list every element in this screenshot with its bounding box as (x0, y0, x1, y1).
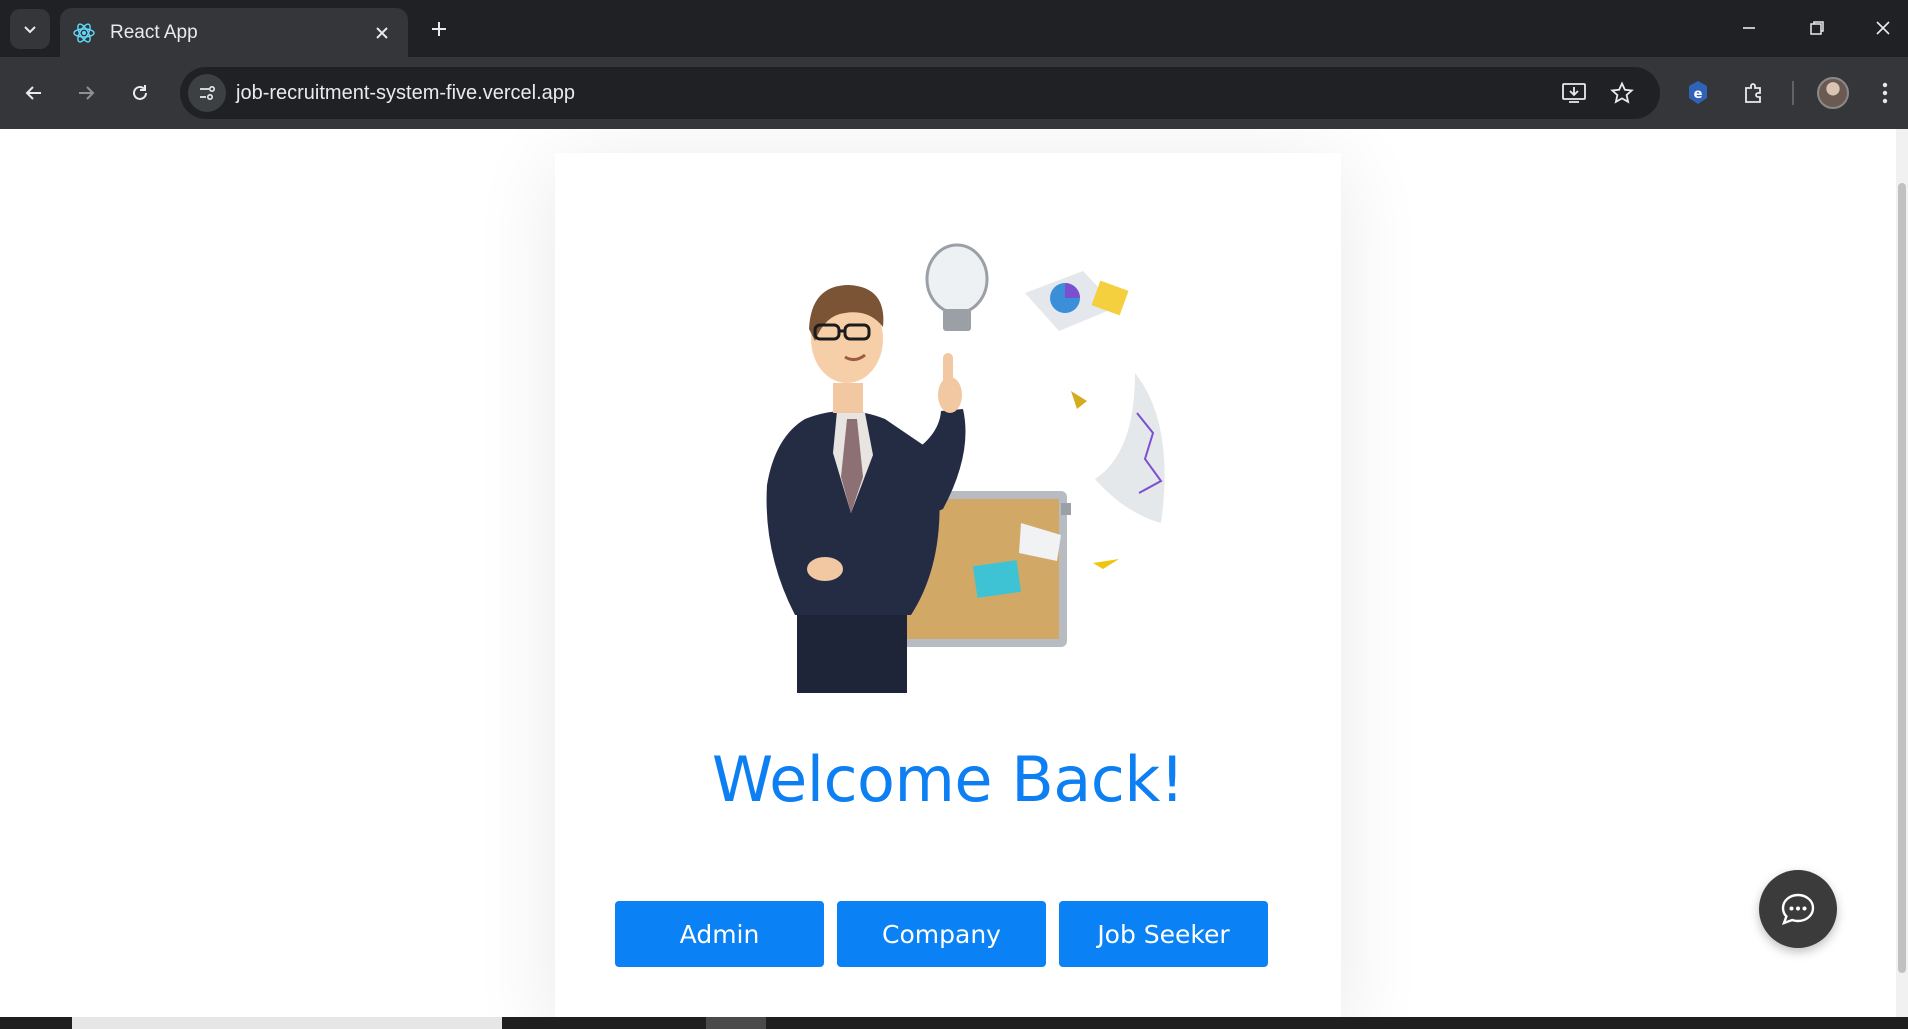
tab-strip: React App (0, 0, 1908, 57)
minimize-icon (1743, 27, 1755, 29)
close-tab-button[interactable] (368, 19, 396, 47)
company-button[interactable]: Company (837, 901, 1046, 967)
job-seeker-button[interactable]: Job Seeker (1059, 901, 1268, 967)
profile-avatar[interactable] (1817, 77, 1849, 109)
login-card: Welcome Back! Admin Company Job Seeker (555, 153, 1341, 1017)
site-info-icon (200, 85, 216, 101)
close-icon (376, 26, 388, 39)
bookmark-button[interactable] (1606, 77, 1638, 109)
taskbar-window-preview[interactable] (72, 1017, 502, 1029)
page-heading: Welcome Back! (711, 743, 1185, 816)
window-close-button[interactable] (1858, 8, 1908, 48)
page-viewport: Welcome Back! Admin Company Job Seeker (0, 129, 1896, 1017)
forward-icon (79, 86, 95, 100)
taskbar-item[interactable] (706, 1017, 766, 1029)
restore-button[interactable] (1790, 8, 1844, 48)
browser-toolbar: job-recruitment-system-five.vercel.app e (0, 57, 1908, 129)
businessman-illustration (766, 243, 1165, 693)
tab-title: React App (110, 21, 198, 43)
install-app-button[interactable] (1558, 77, 1590, 109)
star-icon (1610, 81, 1634, 104)
chat-icon (1781, 893, 1815, 926)
tab-search-button[interactable] (10, 9, 50, 49)
chat-button[interactable] (1759, 870, 1837, 948)
extensions-menu-button[interactable] (1736, 75, 1772, 111)
window-close-icon (1876, 21, 1890, 35)
extension-e-icon: e (1689, 81, 1707, 104)
page-scrollbar[interactable] (1896, 129, 1908, 1017)
react-icon (72, 21, 96, 45)
toolbar-divider (1792, 81, 1794, 105)
minimize-button[interactable] (1722, 8, 1776, 48)
admin-button[interactable]: Admin (615, 901, 824, 967)
reload-button[interactable] (118, 71, 162, 115)
extension-button[interactable]: e (1680, 75, 1716, 111)
restore-icon (1810, 21, 1824, 35)
reload-icon (133, 85, 147, 100)
back-button[interactable] (12, 71, 56, 115)
tab-search-icon (24, 26, 36, 34)
url-text: job-recruitment-system-five.vercel.app (236, 82, 575, 104)
puzzle-icon (1745, 83, 1761, 103)
svg-text:e: e (1694, 87, 1703, 102)
plus-icon (432, 22, 446, 36)
chrome-menu-button[interactable] (1870, 75, 1900, 111)
back-icon (25, 86, 41, 100)
new-tab-button[interactable] (422, 12, 456, 46)
menu-icon (1882, 82, 1888, 104)
site-info-button[interactable] (188, 74, 226, 112)
forward-button[interactable] (64, 71, 108, 115)
scrollbar-thumb[interactable] (1898, 183, 1906, 973)
install-app-icon (1562, 83, 1586, 103)
address-bar[interactable]: job-recruitment-system-five.vercel.app (180, 67, 1660, 119)
active-tab[interactable]: React App (60, 8, 408, 57)
